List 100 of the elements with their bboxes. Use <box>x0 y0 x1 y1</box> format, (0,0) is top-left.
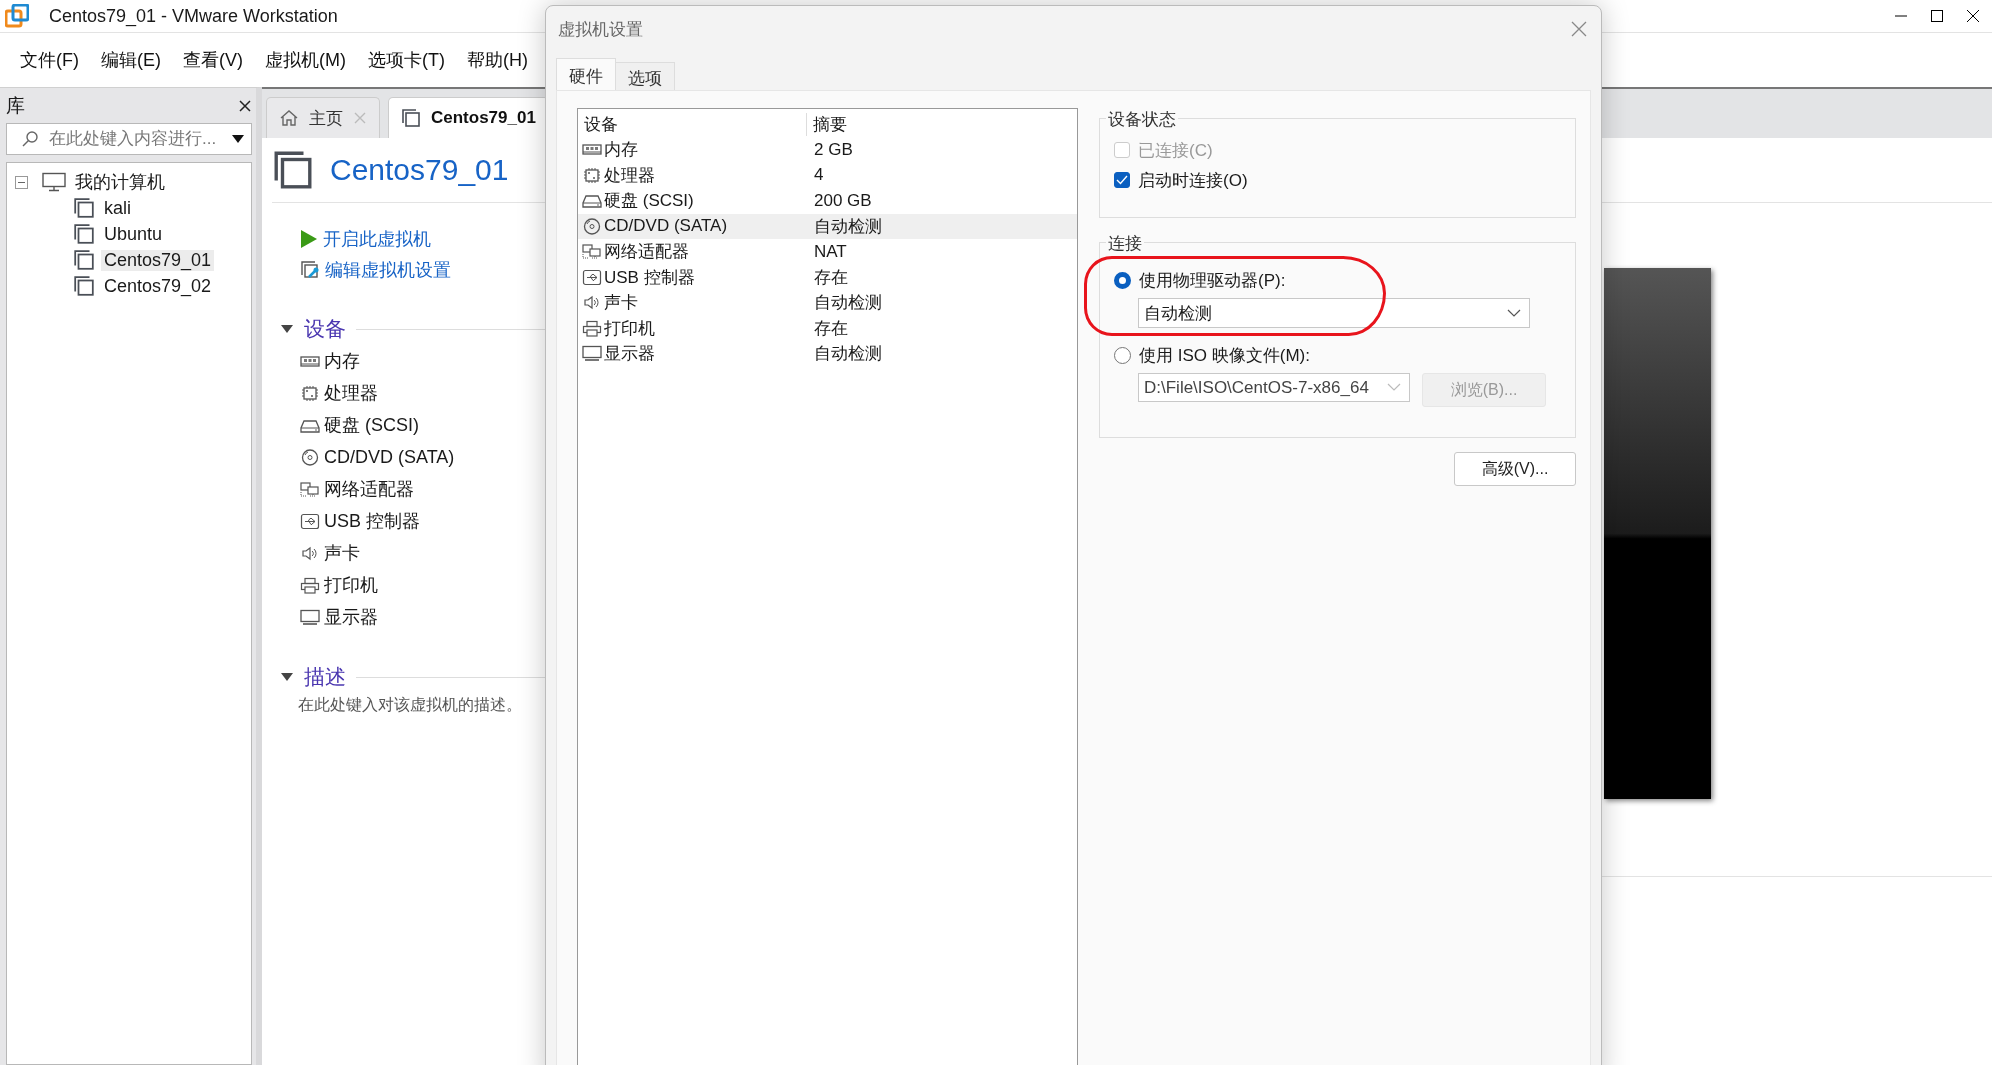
checkbox[interactable] <box>1114 172 1130 188</box>
chevron-down-icon <box>1387 383 1401 392</box>
disc-icon <box>582 217 602 235</box>
collapse-icon[interactable] <box>15 175 28 189</box>
device-label[interactable]: 处理器 <box>324 381 378 405</box>
column-header[interactable]: 设备 <box>578 112 806 136</box>
table-cell-text: 声卡 <box>604 292 638 315</box>
device-label[interactable]: 声卡 <box>324 541 360 565</box>
table-cell-text: 网络适配器 <box>604 241 689 264</box>
table-cell-text: 存在 <box>813 317 849 340</box>
speaker-icon <box>300 544 320 562</box>
dialog-title: 虚拟机设置 <box>558 18 643 41</box>
radio-label[interactable]: 使用物理驱动器(P): <box>1139 268 1286 292</box>
table-cell-text: NAT <box>813 241 848 262</box>
table-cell-text: 2 GB <box>813 139 854 160</box>
monitor-icon <box>582 345 602 363</box>
table-cell-text: 自动检测 <box>813 292 883 315</box>
description-text[interactable]: 在此处键入对该虚拟机的描述。 <box>298 695 522 716</box>
vm-wrench-icon <box>300 259 320 280</box>
usb-icon <box>300 512 320 530</box>
device-row[interactable]: 网络适配器 NAT <box>578 239 1077 265</box>
home-icon <box>279 109 299 127</box>
device-row[interactable]: 处理器 4 <box>578 162 1077 188</box>
tab[interactable]: 硬件 <box>556 58 616 90</box>
vm-title: Centos79_01 <box>330 153 509 187</box>
dropdown[interactable]: 自动检测 <box>1138 298 1530 328</box>
device-row[interactable]: 声卡 自动检测 <box>578 290 1077 316</box>
section-title[interactable]: 设备 <box>304 315 346 343</box>
device-label[interactable]: 网络适配器 <box>324 477 414 501</box>
vm-screen-preview[interactable] <box>1604 268 1711 799</box>
collapse-triangle-icon[interactable] <box>280 324 294 334</box>
device-label[interactable]: 硬盘 (SCSI) <box>324 413 419 437</box>
table-cell-text: USB 控制器 <box>604 266 695 289</box>
device-row[interactable]: 硬盘 (SCSI) 200 GB <box>578 188 1077 214</box>
table-cell-text: 200 GB <box>813 190 873 211</box>
vm-icon <box>272 149 314 191</box>
table-cell-text: 处理器 <box>604 164 655 187</box>
radio-label[interactable]: 使用 ISO 映像文件(M): <box>1139 343 1310 367</box>
action-link[interactable]: 编辑虚拟机设置 <box>325 257 451 282</box>
tab[interactable]: 主页 <box>266 97 380 138</box>
printer-icon <box>300 576 320 594</box>
search-icon <box>21 130 39 148</box>
speaker-icon <box>582 294 602 312</box>
menu-item[interactable]: 帮助(H) <box>458 44 536 76</box>
dropdown-arrow-icon[interactable] <box>231 134 245 144</box>
device-row[interactable]: 内存 2 GB <box>578 137 1077 163</box>
table-cell-text: 存在 <box>813 266 849 289</box>
device-label[interactable]: 显示器 <box>324 605 378 629</box>
menu-item[interactable]: 选项卡(T) <box>359 44 453 76</box>
panel-title: 库 <box>6 93 25 118</box>
monitor-icon <box>300 608 320 626</box>
table-cell-text: 自动检测 <box>813 343 883 366</box>
advanced-button[interactable]: 高级(V)... <box>1454 452 1576 486</box>
device-label[interactable]: USB 控制器 <box>324 509 420 533</box>
printer-icon <box>582 319 602 337</box>
radio-button[interactable] <box>1114 346 1131 364</box>
radio-button[interactable] <box>1114 271 1131 289</box>
device-row[interactable]: USB 控制器 存在 <box>578 264 1077 290</box>
close-icon[interactable] <box>238 98 252 113</box>
table-cell: CD/DVD (SATA) <box>604 216 728 237</box>
tree-item[interactable]: Ubuntu <box>101 223 166 245</box>
collapse-triangle-icon[interactable] <box>280 672 294 682</box>
tab[interactable]: 选项 <box>615 62 675 90</box>
checkbox-label[interactable]: 启动时连接(O) <box>1138 168 1248 192</box>
tree-item[interactable]: 我的计算机 <box>72 170 168 194</box>
device-row[interactable]: CD/DVD (SATA) 自动检测 <box>578 213 1077 239</box>
table-cell-text: 打印机 <box>604 317 655 340</box>
usb-icon <box>582 268 602 286</box>
menu-item[interactable]: 查看(V) <box>175 44 251 76</box>
device-label[interactable]: 内存 <box>324 349 360 373</box>
tree-item[interactable]: Centos79_02 <box>101 275 215 297</box>
group-title: 设备状态 <box>1106 108 1178 131</box>
column-header[interactable]: 摘要 <box>806 112 1077 136</box>
chip-icon <box>300 384 320 402</box>
hard-drive-icon <box>582 192 602 210</box>
device-label[interactable]: 打印机 <box>324 573 378 597</box>
vm-icon <box>73 275 95 297</box>
search-field[interactable]: 在此处键入内容进行... <box>6 123 252 155</box>
tree-item[interactable]: Centos79_01 <box>101 249 215 271</box>
network-icon <box>300 480 320 498</box>
device-label[interactable]: CD/DVD (SATA) <box>324 446 455 468</box>
menu-item[interactable]: 编辑(E) <box>93 44 169 76</box>
device-row[interactable]: 显示器 自动检测 <box>578 341 1077 367</box>
table-cell-text: 显示器 <box>604 343 655 366</box>
table-cell-text: 自动检测 <box>813 215 883 238</box>
chevron-down-icon <box>1507 308 1521 318</box>
section-title[interactable]: 描述 <box>304 663 346 691</box>
table-cell-text: 硬盘 (SCSI) <box>604 190 694 213</box>
vm-icon <box>73 223 95 245</box>
computer-icon <box>42 172 66 192</box>
table-cell-text: 内存 <box>604 139 638 162</box>
play-icon <box>300 228 318 249</box>
menu-item[interactable]: 文件(F) <box>12 44 87 76</box>
window-title: Centos79_01 - VMware Workstation <box>49 5 338 27</box>
vm-icon <box>73 249 95 271</box>
tree-item[interactable]: kali <box>101 197 134 219</box>
menu-item[interactable]: 虚拟机(M) <box>257 44 354 76</box>
action-link[interactable]: 开启此虚拟机 <box>323 226 431 251</box>
group-title: 连接 <box>1106 232 1144 255</box>
device-row[interactable]: 打印机 存在 <box>578 315 1077 341</box>
